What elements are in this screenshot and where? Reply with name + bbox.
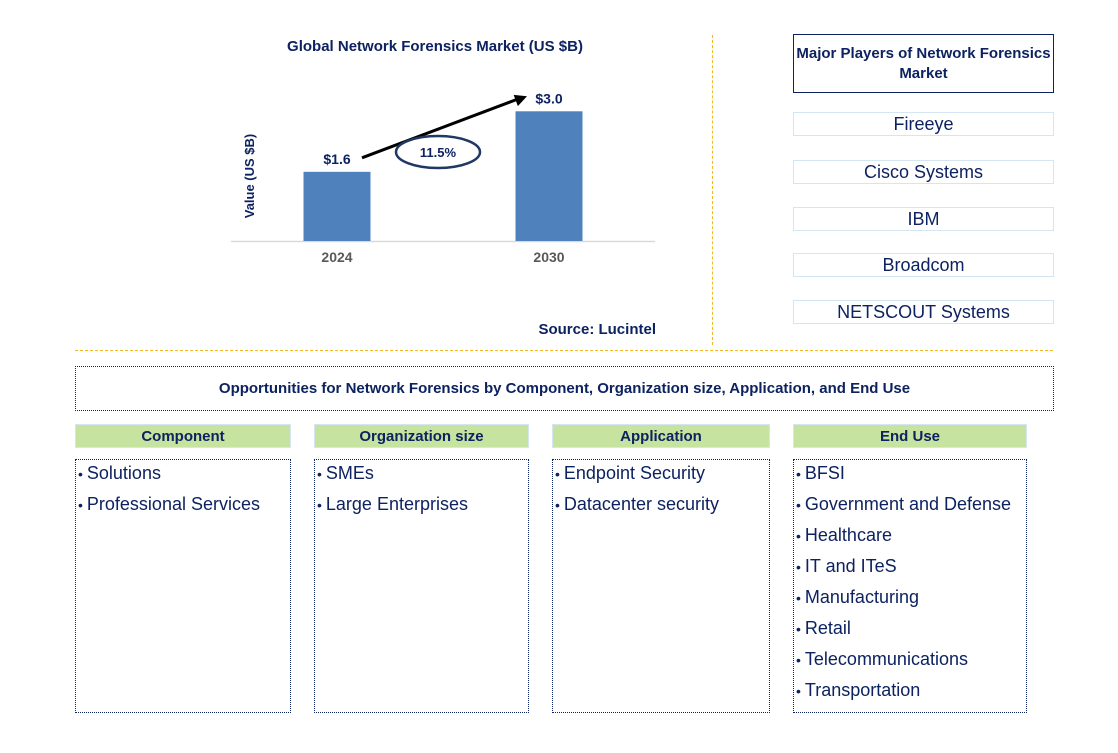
list-item-text: Solutions xyxy=(86,463,161,483)
player-item: Fireeye xyxy=(793,112,1054,136)
list-item: • Large Enterprises xyxy=(315,489,528,520)
list-item-text: IT and ITeS xyxy=(804,556,897,576)
source-label: Source: Lucintel xyxy=(538,321,656,338)
list-item-text: SMEs xyxy=(325,463,374,483)
list-item-text: Telecommunications xyxy=(804,649,968,669)
list-item: • Government and Defense xyxy=(794,489,1026,520)
bullet-icon: • xyxy=(78,497,83,513)
list-item: • Healthcare xyxy=(794,520,1026,551)
y-axis-label: Value (US $B) xyxy=(242,134,257,219)
category-header-end-use: End Use xyxy=(793,424,1027,448)
player-item: NETSCOUT Systems xyxy=(793,300,1054,324)
list-item-text: BFSI xyxy=(804,463,845,483)
player-item: Broadcom xyxy=(793,253,1054,277)
list-item-text: Transportation xyxy=(804,680,921,700)
list-item: • Endpoint Security xyxy=(553,458,769,489)
bar-chart: Value (US $B) $1.6 2024 $3.0 2030 11.5% xyxy=(231,90,655,265)
horizontal-divider xyxy=(75,350,1053,351)
category-header-organization-size: Organization size xyxy=(314,424,529,448)
bullet-icon: • xyxy=(555,497,560,513)
list-item: • IT and ITeS xyxy=(794,551,1026,582)
category-header-application: Application xyxy=(552,424,770,448)
list-item: • Transportation xyxy=(794,675,1026,706)
bullet-icon: • xyxy=(796,683,801,699)
list-item: • Professional Services xyxy=(76,489,290,520)
x-tick-label: 2030 xyxy=(533,249,564,265)
list-item: • Telecommunications xyxy=(794,644,1026,675)
bullet-icon: • xyxy=(796,559,801,575)
x-tick-label: 2024 xyxy=(321,249,352,265)
category-header-component: Component xyxy=(75,424,291,448)
bullet-icon: • xyxy=(317,466,322,482)
bullet-icon: • xyxy=(78,466,83,482)
bullet-icon: • xyxy=(796,590,801,606)
bar-2030 xyxy=(515,111,583,241)
list-item-text: Datacenter security xyxy=(563,494,719,514)
list-item: • Solutions xyxy=(76,458,290,489)
list-item: • Manufacturing xyxy=(794,582,1026,613)
data-label: $3.0 xyxy=(535,90,562,106)
bullet-icon: • xyxy=(796,466,801,482)
list-item-text: Professional Services xyxy=(86,494,260,514)
category-list-organization-size: • SMEs • Large Enterprises xyxy=(314,459,529,713)
list-item-text: Endpoint Security xyxy=(563,463,705,483)
player-item: IBM xyxy=(793,207,1054,231)
bullet-icon: • xyxy=(796,497,801,513)
list-item-text: Retail xyxy=(804,618,851,638)
list-item-text: Government and Defense xyxy=(804,494,1012,514)
category-list-end-use: • BFSI • Government and Defense • Healthcare •… xyxy=(793,459,1027,713)
data-label: $1.6 xyxy=(323,151,350,167)
cagr-label: 11.5% xyxy=(420,145,457,160)
players-title: Major Players of Network Forensics Marke… xyxy=(793,34,1054,93)
opportunities-title: Opportunities for Network Forensics by C… xyxy=(75,366,1054,411)
bullet-icon: • xyxy=(317,497,322,513)
category-list-application: • Endpoint Security • Datacenter security xyxy=(552,459,770,713)
bullet-icon: • xyxy=(796,621,801,637)
bullet-icon: • xyxy=(796,528,801,544)
list-item-text: Large Enterprises xyxy=(325,494,468,514)
bar-2024 xyxy=(303,171,371,241)
list-item-text: Healthcare xyxy=(804,525,892,545)
player-item: Cisco Systems xyxy=(793,160,1054,184)
list-item: • Datacenter security xyxy=(553,489,769,520)
category-list-component: • Solutions • Professional Services xyxy=(75,459,291,713)
list-item: • SMEs xyxy=(315,458,528,489)
list-item: • BFSI xyxy=(794,458,1026,489)
list-item: • Retail xyxy=(794,613,1026,644)
vertical-divider xyxy=(712,35,713,345)
list-item-text: Manufacturing xyxy=(804,587,919,607)
bullet-icon: • xyxy=(555,466,560,482)
bullet-icon: • xyxy=(796,652,801,668)
